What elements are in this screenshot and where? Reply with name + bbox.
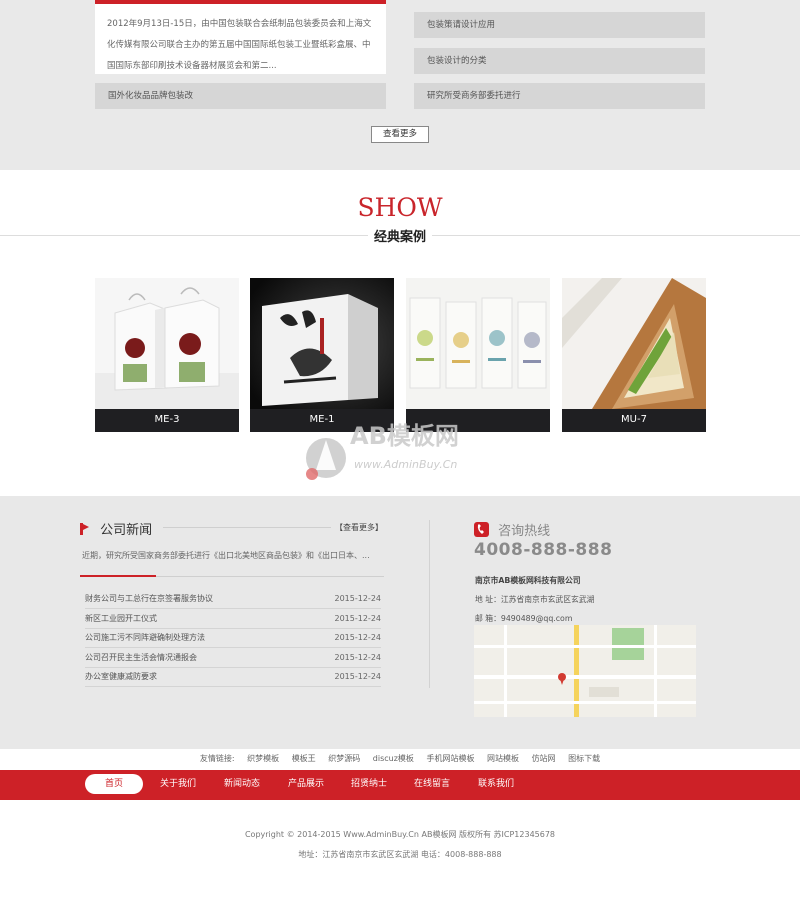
company-news-header: 公司新闻 bbox=[80, 519, 152, 538]
contact-header: 咨询热线 bbox=[474, 520, 550, 539]
nav-item-jobs[interactable]: 招贤纳士 bbox=[340, 774, 398, 794]
show-title: SHOW bbox=[357, 193, 443, 222]
friend-links-label: 友情链接: bbox=[199, 754, 235, 763]
company-name: 南京市AB模板网科技有限公司 bbox=[475, 576, 581, 585]
nav-item-contact[interactable]: 联系我们 bbox=[467, 774, 525, 794]
news-item[interactable]: 研究所受商务部委托进行 bbox=[414, 83, 705, 109]
calligraphy-bag-image bbox=[250, 278, 394, 409]
news-item[interactable]: 国外化妆品品牌包装改 bbox=[95, 83, 386, 109]
friend-link[interactable]: 网站模板 bbox=[487, 754, 519, 763]
friend-link[interactable]: 仿站网 bbox=[532, 754, 556, 763]
nav-item-news[interactable]: 新闻动态 bbox=[213, 774, 271, 794]
news-item[interactable]: 包装设计的分类 bbox=[414, 48, 705, 74]
news-date: 2015-12-24 bbox=[334, 614, 382, 623]
news-date: 2015-12-24 bbox=[334, 653, 382, 662]
friend-link[interactable]: 模板王 bbox=[292, 754, 316, 763]
phone-icon bbox=[474, 522, 489, 537]
news-list-item[interactable]: 公司施工污不同阵避确制处理方法 2015-12-24 bbox=[85, 628, 381, 648]
sandwich-box-image bbox=[562, 278, 706, 409]
news-list-item[interactable]: 公司召开民主生活会情况通报会 2015-12-24 bbox=[85, 648, 381, 668]
featured-news-text: 2012年9月13日-15日，由中国包装联合会纸制品包装委员会和上海文化传媒有限… bbox=[107, 19, 372, 71]
news-lead-text[interactable]: 近期，研究所受国家商务部委托进行《出口北美地区商品包装》和《出口日本、... bbox=[82, 550, 370, 561]
news-top-section: 2012年9月13日-15日，由中国包装联合会纸制品包装委员会和上海文化传媒有限… bbox=[0, 0, 800, 170]
show-subtitle: 经典案例 bbox=[367, 226, 432, 245]
case-card[interactable] bbox=[406, 278, 550, 432]
hotline-number: 4008-888-888 bbox=[474, 540, 613, 560]
rice-box-image bbox=[95, 278, 239, 409]
svg-text:AB模板网: AB模板网 bbox=[350, 422, 459, 450]
company-email: 邮 箱：9490489@qq.com bbox=[475, 614, 573, 623]
news-list-item[interactable]: 财务公司与工总行在京签署服务协议 2015-12-24 bbox=[85, 589, 381, 609]
company-address: 地 址：江苏省南京市玄武区玄武湖 bbox=[475, 595, 595, 604]
news-list-item[interactable]: 新区工业园开工仪式 2015-12-24 bbox=[85, 609, 381, 629]
svg-text:www.AdminBuy.Cn: www.AdminBuy.Cn bbox=[354, 458, 457, 471]
friend-link[interactable]: 图标下载 bbox=[568, 754, 600, 763]
news-date: 2015-12-24 bbox=[334, 633, 382, 642]
case-label: ME-3 bbox=[95, 409, 239, 432]
location-map[interactable] bbox=[474, 625, 696, 717]
show-subtitle-wrap: 经典案例 bbox=[0, 226, 800, 245]
friend-link[interactable]: 织梦源码 bbox=[328, 754, 360, 763]
nav-item-message[interactable]: 在线留言 bbox=[403, 774, 461, 794]
contact-title: 咨询热线 bbox=[498, 524, 551, 539]
news-date: 2015-12-24 bbox=[334, 594, 382, 603]
case-label: MU-7 bbox=[562, 409, 706, 432]
news-head-line bbox=[163, 527, 331, 528]
friend-links: 友情链接: 织梦模板 模板王 织梦源码 discuz模板 手机网站模板 网站模板… bbox=[0, 753, 800, 764]
cosmetic-boxes-image bbox=[406, 278, 550, 409]
friend-link[interactable]: discuz模板 bbox=[373, 754, 414, 763]
view-more-button[interactable]: 查看更多 bbox=[371, 126, 429, 143]
watermark-logo: AB模板网 www.AdminBuy.Cn bbox=[306, 422, 459, 480]
vertical-divider bbox=[429, 520, 430, 688]
flag-icon bbox=[80, 523, 89, 535]
featured-news-card[interactable]: 2012年9月13日-15日，由中国包装联合会纸制品包装委员会和上海文化传媒有限… bbox=[95, 0, 386, 74]
footer-address: 地址：江苏省南京市玄武区玄武湖 电话：4008-888-888 bbox=[298, 850, 502, 859]
bottom-nav: 首页 关于我们 新闻动态 产品展示 招贤纳士 在线留言 联系我们 bbox=[0, 770, 800, 800]
footer-copyright: Copyright © 2014-2015 Www.AdminBuy.Cn AB… bbox=[244, 830, 556, 839]
nav-item-products[interactable]: 产品展示 bbox=[277, 774, 335, 794]
nav-item-about[interactable]: 关于我们 bbox=[150, 774, 206, 794]
map-image bbox=[474, 625, 696, 717]
case-card[interactable]: ME-1 bbox=[250, 278, 394, 432]
company-news-more-link[interactable]: 【查看更多】 bbox=[335, 522, 383, 533]
case-card[interactable]: ME-3 bbox=[95, 278, 239, 432]
case-card[interactable]: MU-7 bbox=[562, 278, 706, 432]
nav-item-home[interactable]: 首页 bbox=[85, 774, 143, 794]
news-item[interactable]: 包装策请设计应用 bbox=[414, 12, 705, 38]
friend-link[interactable]: 织梦模板 bbox=[247, 754, 279, 763]
news-date: 2015-12-24 bbox=[334, 672, 382, 681]
company-news-title: 公司新闻 bbox=[100, 523, 153, 538]
friend-link[interactable]: 手机网站模板 bbox=[426, 754, 474, 763]
news-list-item[interactable]: 办公室健康减防要求 2015-12-24 bbox=[85, 667, 381, 687]
news-accent-bar bbox=[80, 575, 156, 577]
